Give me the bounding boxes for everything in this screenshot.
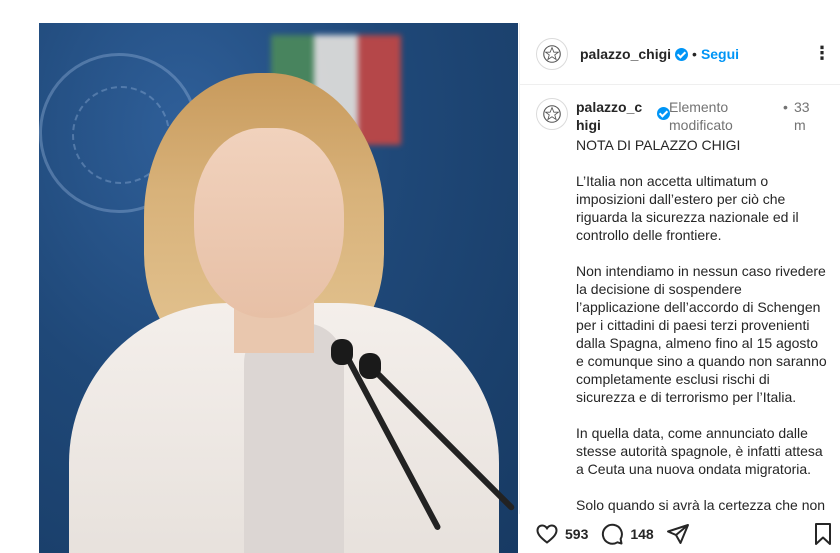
separator-dot: • [692,45,697,62]
post-time[interactable]: 33 m [794,98,824,134]
microphone-head [331,339,353,365]
avatar[interactable] [536,98,568,130]
separator-dot: • [783,99,788,115]
caption-paragraph: L’Italia non accetta ultimatum o imposiz… [576,173,799,243]
post-header: palazzo_chigi • Segui ⋮ [520,23,840,85]
share-button[interactable] [666,522,690,546]
post-side-panel: palazzo_chigi • Segui ⋮ palazzo_chigi El… [519,23,840,553]
caption-paragraph: Solo quando si avrà la certezza che non [576,497,826,513]
verified-badge-icon [675,48,689,61]
save-button[interactable] [812,522,834,551]
person-face [194,128,344,318]
edited-label: Elemento modificato [669,99,733,133]
like-button[interactable]: 593 [535,522,588,546]
share-icon [666,523,689,544]
avatar[interactable] [536,37,568,70]
like-count[interactable]: 593 [565,526,588,542]
emblem-icon [543,105,561,123]
emblem-icon [543,44,561,63]
microphone-head [359,353,381,379]
comment-count[interactable]: 148 [630,526,653,542]
post-actions-bar: 593 148 [519,514,840,553]
caption-text: NOTA DI PALAZZO CHIGI L’Italia non accet… [576,136,828,532]
comment-icon [602,523,624,545]
caption-paragraph: Non intendiamo in nessun caso rivedere l… [576,263,827,405]
person-top [244,323,344,553]
follow-button[interactable]: Segui [701,46,739,62]
more-options-icon[interactable]: ⋮ [813,43,832,64]
header-username[interactable]: palazzo_chigi [580,46,671,62]
bookmark-icon [815,523,831,545]
caption-username[interactable]: palazzo_chigi [576,98,650,134]
caption-header: palazzo_chigi Elemento modificato • 33 m [536,98,836,138]
comment-button[interactable]: 148 [600,522,654,546]
heart-icon [536,523,558,544]
post-photo[interactable] [39,23,518,553]
caption-paragraph: NOTA DI PALAZZO CHIGI [576,137,741,153]
caption-paragraph: In quella data, come annunciato dalle st… [576,425,823,477]
